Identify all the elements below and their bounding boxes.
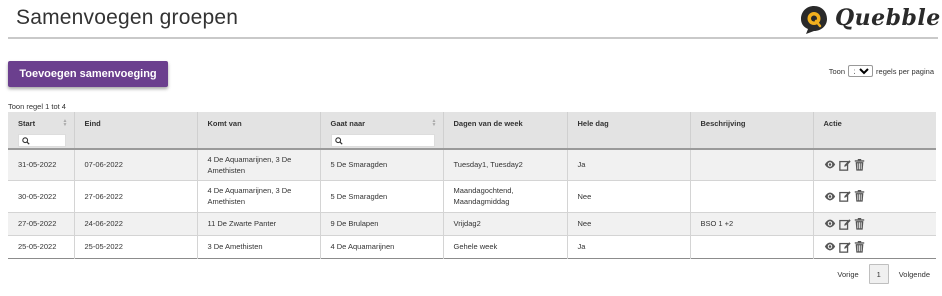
cell-description: BSO 1 +2	[690, 211, 814, 235]
trash-icon[interactable]	[854, 240, 865, 253]
record-info: Toon regel 1 tot 4	[8, 102, 66, 111]
next-page-link[interactable]: Volgende	[899, 270, 930, 279]
start-filter-input[interactable]	[18, 134, 66, 147]
page-size-suffix: regels per pagina	[876, 66, 934, 76]
column-header-start[interactable]: Start ▲ ▼	[8, 112, 75, 150]
edit-icon[interactable]	[838, 218, 851, 230]
cell-start: 25-05-2022	[8, 234, 75, 258]
edit-icon[interactable]	[838, 190, 851, 202]
trash-icon[interactable]	[854, 217, 865, 230]
to-filter-input[interactable]	[330, 134, 435, 147]
eye-icon[interactable]	[824, 219, 836, 228]
cell-allday: Nee	[567, 211, 691, 235]
column-header-label: Beschrijving	[700, 119, 746, 128]
cell-description	[690, 234, 814, 258]
column-header-allday[interactable]: Hele dag	[567, 112, 691, 150]
cell-to: 4 De Aquamarijnen	[320, 234, 444, 258]
trash-icon[interactable]	[854, 158, 865, 171]
column-header-label: Eind	[84, 119, 101, 128]
cell-days: Gehele week	[443, 234, 568, 258]
column-header-end[interactable]: Eind	[74, 112, 198, 150]
page-size-prefix: Toon	[828, 66, 846, 76]
eye-icon[interactable]	[824, 242, 836, 251]
page-number-button[interactable]: 1	[868, 264, 889, 284]
sort-icon: ▲ ▼	[431, 118, 437, 128]
trash-icon[interactable]	[854, 190, 865, 202]
column-header-label: Dagen van de week	[453, 119, 523, 128]
quebble-logo: Quebble	[797, 4, 940, 36]
add-merge-button[interactable]: Toevoegen samenvoeging	[8, 61, 168, 87]
logo-mark-icon	[801, 6, 827, 34]
eye-icon[interactable]	[824, 192, 836, 201]
prev-page-link[interactable]: Vorige	[837, 270, 858, 279]
edit-icon[interactable]	[838, 159, 851, 171]
cell-from: 4 De Aquamarijnen, 3 De Amethisten	[197, 179, 321, 212]
title-divider	[8, 37, 938, 39]
cell-start: 30-05-2022	[8, 179, 75, 212]
eye-icon[interactable]	[824, 160, 836, 169]
cell-description	[690, 149, 814, 180]
sort-icon: ▲ ▼	[62, 118, 68, 128]
table-row: 25-05-2022 25-05-2022 3 De Amethisten 4 De …	[8, 234, 936, 258]
cell-days: Vrijdag2	[443, 211, 568, 235]
row-actions	[824, 217, 929, 230]
table-row: 31-05-2022 07-06-2022 4 De Aquamarijnen, 3…	[8, 149, 936, 180]
search-icon	[334, 137, 343, 145]
cell-actions	[813, 234, 936, 258]
cell-end: 27-06-2022	[74, 179, 198, 212]
cell-actions	[813, 211, 936, 235]
cell-end: 25-05-2022	[74, 234, 198, 258]
merge-table: Start ▲▼ Eind Komt van Gaat naar ▲▼ Da	[8, 112, 936, 259]
cell-end: 07-06-2022	[74, 149, 198, 180]
cell-from: 3 De Amethisten	[197, 234, 321, 258]
column-header-to[interactable]: Gaat naar ▲ ▼	[320, 112, 444, 150]
cell-end: 24-06-2022	[74, 211, 198, 235]
column-header-label: Start	[18, 119, 36, 128]
page-title: Samenvoegen groepen	[16, 6, 239, 29]
cell-days: Tuesday1, Tuesday2	[443, 149, 568, 180]
cell-start: 31-05-2022	[8, 149, 75, 180]
row-actions	[824, 190, 929, 202]
column-header-label: Gaat naar	[330, 119, 366, 128]
cell-to: 5 De Smaragden	[320, 149, 444, 180]
cell-from: 4 De Aquamarijnen, 3 De Amethisten	[197, 149, 321, 180]
column-header-from[interactable]: Komt van	[197, 112, 321, 150]
cell-start: 27-05-2022	[8, 211, 75, 235]
cell-to: 5 De Smaragden	[320, 179, 444, 212]
cell-description	[690, 179, 814, 212]
cell-allday: Ja	[567, 234, 691, 258]
column-header-label: Komt van	[207, 119, 242, 128]
cell-days: Maandagochtend, Maandagmiddag	[443, 179, 568, 212]
cell-allday: Nee	[567, 179, 691, 212]
logo-text: Quebble	[835, 5, 941, 31]
cell-actions	[813, 149, 936, 180]
cell-from: 11 De Zwarte Panter	[197, 211, 321, 235]
table-row: 30-05-2022 27-06-2022 4 De Aquamarijnen, 3…	[8, 179, 936, 212]
cell-allday: Ja	[567, 149, 691, 180]
edit-icon[interactable]	[838, 241, 851, 253]
column-header-actions: Actie	[813, 112, 936, 150]
search-icon	[22, 137, 30, 145]
page-size-control: Toon 25 regels per pagina	[829, 65, 934, 77]
cell-to: 9 De Brulapen	[320, 211, 444, 235]
column-header-label: Hele dag	[577, 119, 609, 128]
column-header-days[interactable]: Dagen van de week	[443, 112, 568, 150]
page-size-select[interactable]: 25	[848, 65, 874, 77]
pagination: Vorige 1 Volgende	[837, 264, 930, 284]
cell-actions	[813, 179, 936, 212]
column-header-description[interactable]: Beschrijving	[690, 112, 814, 150]
column-header-label: Actie	[823, 119, 842, 128]
table-header-row: Start ▲▼ Eind Komt van Gaat naar ▲▼ Da	[8, 112, 936, 150]
row-actions	[824, 158, 929, 171]
row-actions	[824, 240, 929, 253]
table-row: 27-05-2022 24-06-2022 11 De Zwarte Panter 9…	[8, 211, 936, 235]
